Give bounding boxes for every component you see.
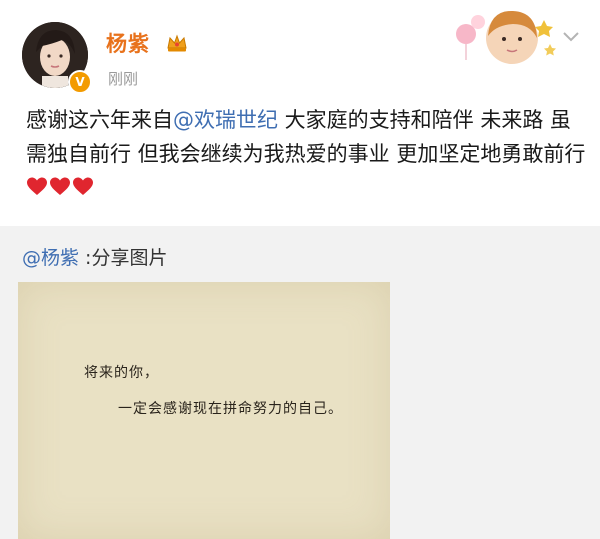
repost-header: @杨紫 :分享图片 (22, 243, 167, 270)
repost-label: :分享图片 (79, 247, 168, 269)
post-timestamp: 刚刚 (108, 70, 139, 88)
shared-image[interactable]: 将来的你， 一定会感谢现在拼命努力的自己。 (18, 282, 390, 539)
image-text-line-1: 将来的你， (84, 365, 159, 381)
chevron-down-icon[interactable] (561, 30, 581, 44)
verified-v-icon: V (68, 70, 92, 94)
image-text-line-2: 一定会感谢现在拼命努力的自己。 (118, 401, 343, 417)
weibo-post: V 杨紫 刚刚 感谢这六年来自@欢瑞世纪 大家庭的支持和陪伴 未来路 虽需独自前… (0, 0, 600, 539)
card-decoration-icon (456, 10, 556, 64)
crown-icon (167, 34, 187, 52)
repost-card[interactable]: @杨紫 :分享图片 将来的你， 一定会感谢现在拼命努力的自己。 (0, 226, 600, 539)
username[interactable]: 杨紫 (106, 28, 150, 58)
post-content: 感谢这六年来自@欢瑞世纪 大家庭的支持和陪伴 未来路 虽需独自前行 但我会继续为… (26, 104, 586, 205)
heart-icon (27, 177, 93, 195)
post-text-prefix: 感谢这六年来自 (26, 108, 173, 132)
repost-mention-link[interactable]: @杨紫 (22, 247, 79, 269)
mention-link[interactable]: @欢瑞世纪 (173, 108, 278, 132)
